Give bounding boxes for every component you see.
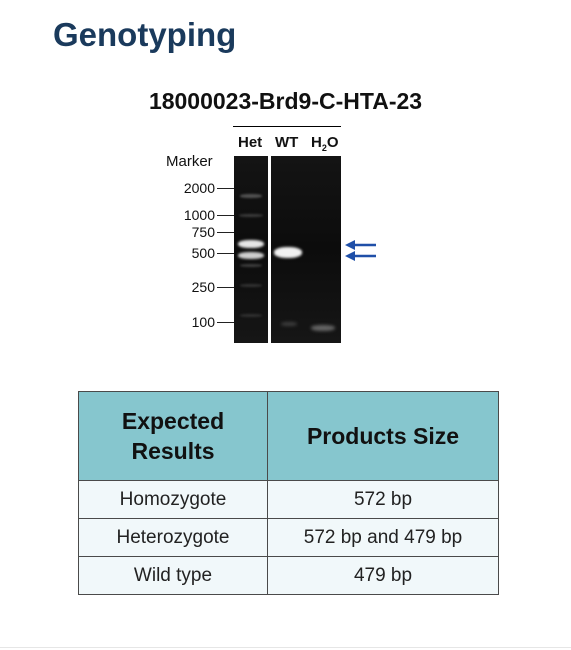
marker-250: 250 — [150, 280, 234, 294]
lane-label-wt: WT — [275, 134, 299, 151]
marker-title: Marker — [166, 153, 213, 170]
marker-2000: 2000 — [150, 181, 234, 195]
marker-label: 100 — [191, 314, 215, 330]
marker-tick — [217, 253, 234, 254]
header-products-size: Products Size — [267, 391, 499, 481]
cell-size: 479 bp — [267, 556, 499, 595]
marker-tick — [217, 232, 234, 233]
marker-label: 250 — [191, 279, 215, 295]
gel-lane-wt-h2o — [271, 156, 341, 343]
marker-label: 750 — [191, 224, 215, 240]
marker-tick — [217, 215, 234, 216]
gel-lane-het — [234, 156, 268, 343]
cell-size: 572 bp — [267, 480, 499, 519]
table-row: Wild type 479 bp — [78, 556, 499, 595]
table-row: Heterozygote 572 bp and 479 bp — [78, 518, 499, 557]
marker-label: 500 — [191, 245, 215, 261]
marker-tick — [217, 287, 234, 288]
marker-label: 2000 — [183, 180, 215, 196]
results-table: Expected Results Products Size Homozygot… — [78, 391, 499, 595]
marker-tick — [217, 188, 234, 189]
cell-genotype: Heterozygote — [78, 518, 268, 557]
arrow-left-icon — [345, 251, 376, 261]
marker-750: 750 — [150, 225, 234, 239]
cell-genotype: Wild type — [78, 556, 268, 595]
marker-500: 500 — [150, 246, 234, 260]
marker-1000: 1000 — [150, 208, 234, 222]
marker-tick — [217, 322, 234, 323]
cell-genotype: Homozygote — [78, 480, 268, 519]
bottom-divider — [0, 647, 571, 648]
gel-title: 18000023-Brd9-C-HTA-23 — [148, 88, 423, 114]
lane-header-rule — [233, 126, 341, 127]
table-row: Homozygote 572 bp — [78, 480, 499, 519]
lane-label-het: Het — [238, 134, 263, 151]
lane-label-h2o: H2O — [311, 134, 339, 153]
table-header-row: Expected Results Products Size — [78, 391, 499, 481]
cell-size: 572 bp and 479 bp — [267, 518, 499, 557]
marker-label: 1000 — [183, 207, 215, 223]
page-title: Genotyping — [53, 16, 237, 53]
marker-100: 100 — [150, 315, 234, 329]
header-expected-results: Expected Results — [78, 391, 268, 481]
